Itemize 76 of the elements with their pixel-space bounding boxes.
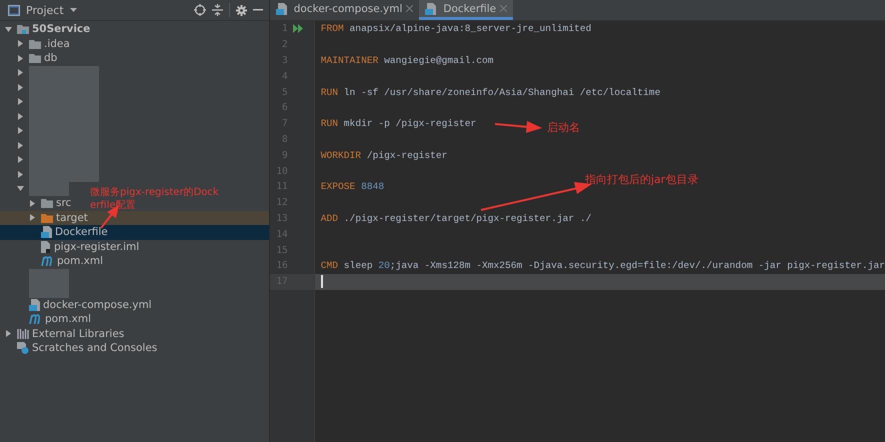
file-icon	[41, 240, 51, 253]
docker-file-icon	[276, 2, 287, 14]
item-label: src	[56, 197, 72, 210]
code-line: WORKDIR /pigx-register	[320, 150, 448, 161]
maven-icon	[41, 256, 54, 266]
docker-file-icon	[425, 2, 436, 14]
item-label: External Libraries	[32, 328, 124, 340]
annotation-arrow	[494, 121, 542, 133]
text-cursor	[320, 275, 323, 288]
collapsed-arrow-icon[interactable]	[17, 84, 24, 91]
item-label: Dockerfile	[55, 226, 108, 238]
tree-item[interactable]: External Libraries	[0, 326, 130, 341]
tree-item[interactable]: 50Service	[0, 22, 96, 36]
editor-tab[interactable]: Dockerfile	[419, 0, 514, 20]
panel-title[interactable]: Project	[26, 4, 64, 16]
item-label: pom.xml	[45, 313, 92, 326]
folder-icon	[29, 38, 41, 49]
collapsed-arrow-icon[interactable]	[17, 112, 24, 120]
annotation-text: 启动名	[547, 120, 580, 135]
tree-item[interactable]: .idea	[0, 36, 76, 51]
tree-item[interactable]: docker-compose.yml	[0, 298, 158, 312]
item-label: docker-compose.yml	[43, 298, 152, 311]
editor-tab[interactable]: docker-compose.yml	[270, 0, 420, 20]
collapsed-arrow-icon[interactable]	[17, 54, 24, 62]
collapsed-arrow-icon[interactable]	[17, 40, 24, 48]
collapsed-arrow-icon[interactable]	[17, 69, 24, 76]
folder-icon	[41, 198, 53, 208]
folder-icon	[29, 53, 41, 64]
expanded-arrow-icon[interactable]	[17, 185, 24, 192]
collapsed-arrow-icon[interactable]	[29, 214, 36, 222]
folder-icon	[17, 24, 29, 34]
run-icon[interactable]	[292, 24, 304, 34]
docker-file-icon	[29, 298, 40, 311]
dropdown-caret-icon[interactable]	[70, 8, 77, 12]
code-line: RUN ln -sf /usr/share/zoneinfo/Asia/Shanghai /etc/localtime	[320, 86, 660, 98]
tree-item[interactable]: pom.xml	[0, 254, 110, 268]
collapsed-arrow-icon[interactable]	[17, 127, 24, 134]
item-label: 50Service	[32, 23, 90, 36]
tree-item[interactable]: target	[0, 210, 269, 225]
item-label: pigx-register.iml	[54, 240, 140, 253]
collapsed-arrow-icon[interactable]	[17, 156, 24, 164]
collapsed-arrow-icon[interactable]	[5, 330, 12, 338]
item-label: pom.xml	[57, 255, 104, 268]
code-line: EXPOSE 8848	[320, 181, 384, 192]
docker-file-icon	[41, 226, 52, 238]
settings-icon[interactable]	[236, 4, 247, 16]
item-label: Scratches and Consoles	[32, 342, 158, 354]
expanded-arrow-icon[interactable]	[5, 26, 12, 33]
scratch-icon	[17, 342, 29, 354]
code-line: FROM anapsix/alpine-java:8_server-jre_unlimited	[320, 23, 592, 34]
code-line: CMD sleep 20;java -Xms128m -Xmx256m -Djava.security.egd=file:/dev/./urandom -jar pigx-register.jar	[320, 260, 885, 272]
item-label: target	[56, 212, 88, 224]
annotation-text: 指向打包后的jar包目录	[585, 172, 698, 187]
item-label: db	[44, 52, 58, 64]
tree-item[interactable]: pom.xml	[0, 312, 98, 326]
collapse-icon[interactable]	[212, 4, 223, 16]
maven-icon	[29, 314, 42, 324]
window-icon	[8, 4, 20, 16]
tree-item[interactable]: Dockerfile	[0, 225, 269, 240]
folder-icon	[41, 212, 53, 223]
collapsed-arrow-icon[interactable]	[17, 142, 24, 149]
minimize-icon[interactable]	[252, 9, 263, 11]
tree-item[interactable]: Scratches and Consoles	[0, 341, 164, 356]
code-line: ADD ./pigx-register/target/pigx-register.jar ./	[320, 212, 592, 224]
close-icon[interactable]	[406, 5, 414, 12]
collapsed-arrow-icon[interactable]	[29, 200, 36, 207]
locate-icon[interactable]	[194, 4, 206, 16]
tree-item[interactable]: pigx-register.iml	[0, 240, 146, 254]
code-line: RUN mkdir -p /pigx-register	[320, 118, 476, 130]
tree-item[interactable]: db	[0, 51, 64, 66]
collapsed-arrow-icon[interactable]	[17, 170, 24, 178]
code-line: MAINTAINER wangiegie@gmail.com	[320, 54, 494, 66]
library-icon	[17, 328, 29, 340]
tree-item[interactable]: src	[0, 196, 78, 210]
collapsed-arrow-icon[interactable]	[17, 98, 24, 106]
item-label: .idea	[44, 38, 70, 50]
